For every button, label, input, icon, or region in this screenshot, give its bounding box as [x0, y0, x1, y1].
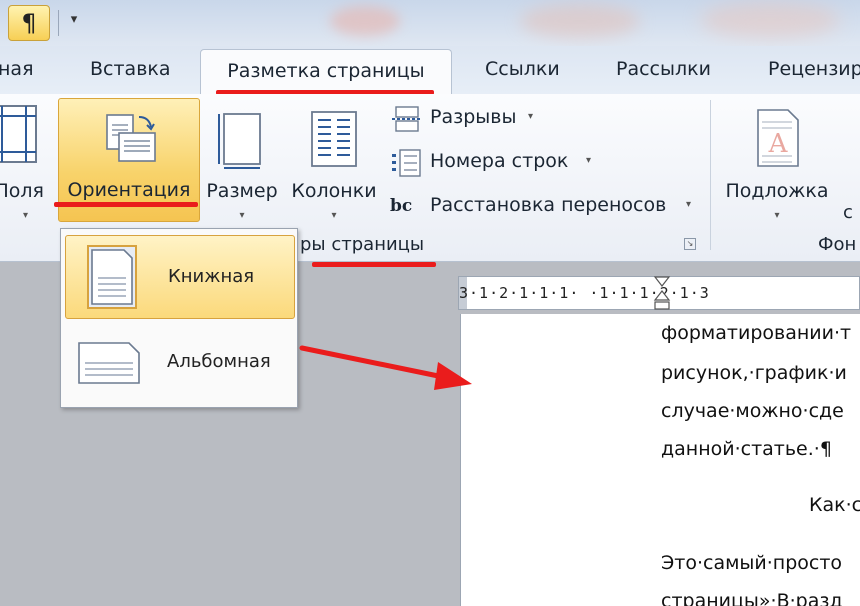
landscape-page-icon: [78, 342, 140, 384]
document-text-line: рисунок,·график·и: [661, 362, 847, 384]
orientation-icon: [106, 114, 156, 162]
page-background-group-label: Фон: [818, 234, 857, 255]
tab-references[interactable]: Ссылки: [485, 58, 560, 80]
watermark-button[interactable]: A Подложка ▾: [718, 98, 836, 222]
document-text-line: Это·самый·просто: [661, 552, 843, 574]
columns-button[interactable]: Колонки ▾: [286, 98, 382, 222]
tab-insert[interactable]: Вставка: [90, 58, 171, 80]
chevron-down-icon: ▾: [586, 155, 592, 166]
group-separator: [710, 100, 711, 250]
chevron-down-icon: ▾: [331, 210, 337, 221]
dialog-launcher-icon[interactable]: ↘: [684, 238, 696, 250]
chevron-down-icon: ▾: [22, 210, 28, 221]
svg-text:A: A: [768, 129, 789, 159]
landscape-label: Альбомная: [167, 351, 271, 372]
tab-review[interactable]: Рецензир: [768, 58, 860, 80]
chevron-down-icon: ▾: [774, 210, 780, 221]
margins-label: Поля: [0, 180, 44, 202]
orientation-landscape-item[interactable]: Альбомная: [65, 325, 295, 403]
breaks-button[interactable]: Разрывы ▾: [390, 102, 700, 136]
annotation-underline-orientation: [54, 202, 198, 207]
customize-toolbar-dropdown[interactable]: ▾: [64, 12, 84, 34]
annotation-underline-group: [312, 262, 436, 267]
hyphenation-icon: bc: [390, 196, 413, 216]
line-numbers-icon: [392, 149, 421, 177]
chevron-down-icon: ▾: [686, 199, 692, 210]
tab-home[interactable]: ная: [0, 58, 34, 80]
document-text-line: случае·можно·сде: [661, 400, 844, 422]
watermark-label: Подложка: [725, 180, 829, 202]
watermark-icon: A: [757, 109, 799, 167]
indent-marker-icon[interactable]: [653, 275, 671, 311]
show-formatting-button[interactable]: ¶: [8, 5, 50, 41]
document-text-line: данной·статье.·¶: [661, 438, 832, 460]
columns-icon: [311, 111, 357, 167]
line-numbers-button[interactable]: Номера строк ▾: [390, 146, 700, 180]
orientation-portrait-item[interactable]: Книжная: [65, 235, 295, 319]
toolbar-separator: [58, 10, 59, 36]
size-button[interactable]: Размер ▾: [202, 98, 282, 222]
document-text-line: форматировании·т: [661, 322, 852, 344]
quick-access-toolbar: ¶ ▾: [0, 0, 860, 46]
document-page[interactable]: форматировании·т рисунок,·график·и случа…: [460, 314, 860, 606]
ruler-scale: 3·1·2·1·1·1· ·1·1·1·2·1·3: [459, 284, 710, 302]
size-label: Размер: [206, 180, 278, 202]
tab-page-layout[interactable]: Разметка страницы: [200, 49, 452, 95]
chevron-down-icon: ▾: [239, 210, 245, 221]
page-setup-group-label: ры страницы: [300, 234, 425, 255]
hyphenation-label: Расстановка переносов: [430, 194, 667, 216]
ribbon-cut-label: с: [843, 202, 853, 223]
page-size-icon: [218, 113, 261, 169]
document-heading-line: Как·с: [809, 494, 860, 516]
title-bar-decoration: [700, 2, 840, 38]
portrait-label: Книжная: [168, 266, 255, 287]
columns-label: Колонки: [291, 180, 377, 202]
orientation-label: Ориентация: [67, 179, 191, 201]
horizontal-ruler[interactable]: 3·1·2·1·1·1· ·1·1·1·2·1·3: [458, 276, 860, 310]
hyphenation-button[interactable]: bc Расстановка переносов ▾: [390, 190, 700, 224]
margins-icon: [0, 105, 37, 163]
line-numbers-label: Номера строк: [430, 150, 569, 172]
page-breaks-icon: [392, 106, 422, 132]
tab-mailings[interactable]: Рассылки: [616, 58, 711, 80]
breaks-label: Разрывы: [430, 106, 517, 128]
ribbon-tabs: ная Вставка Разметка страницы Ссылки Рас…: [0, 46, 860, 95]
margins-button[interactable]: Поля ▾: [0, 98, 50, 222]
chevron-down-icon: ▾: [528, 111, 534, 122]
title-bar-decoration: [330, 6, 400, 36]
title-bar-decoration: [520, 4, 640, 38]
tab-page-layout-label: Разметка страницы: [227, 60, 425, 82]
orientation-menu: Книжная Альбомная: [60, 228, 298, 408]
document-text-line: страницы»·В·разд: [661, 590, 843, 606]
annotation-arrow-icon: [299, 345, 472, 390]
portrait-page-icon: [87, 245, 137, 309]
